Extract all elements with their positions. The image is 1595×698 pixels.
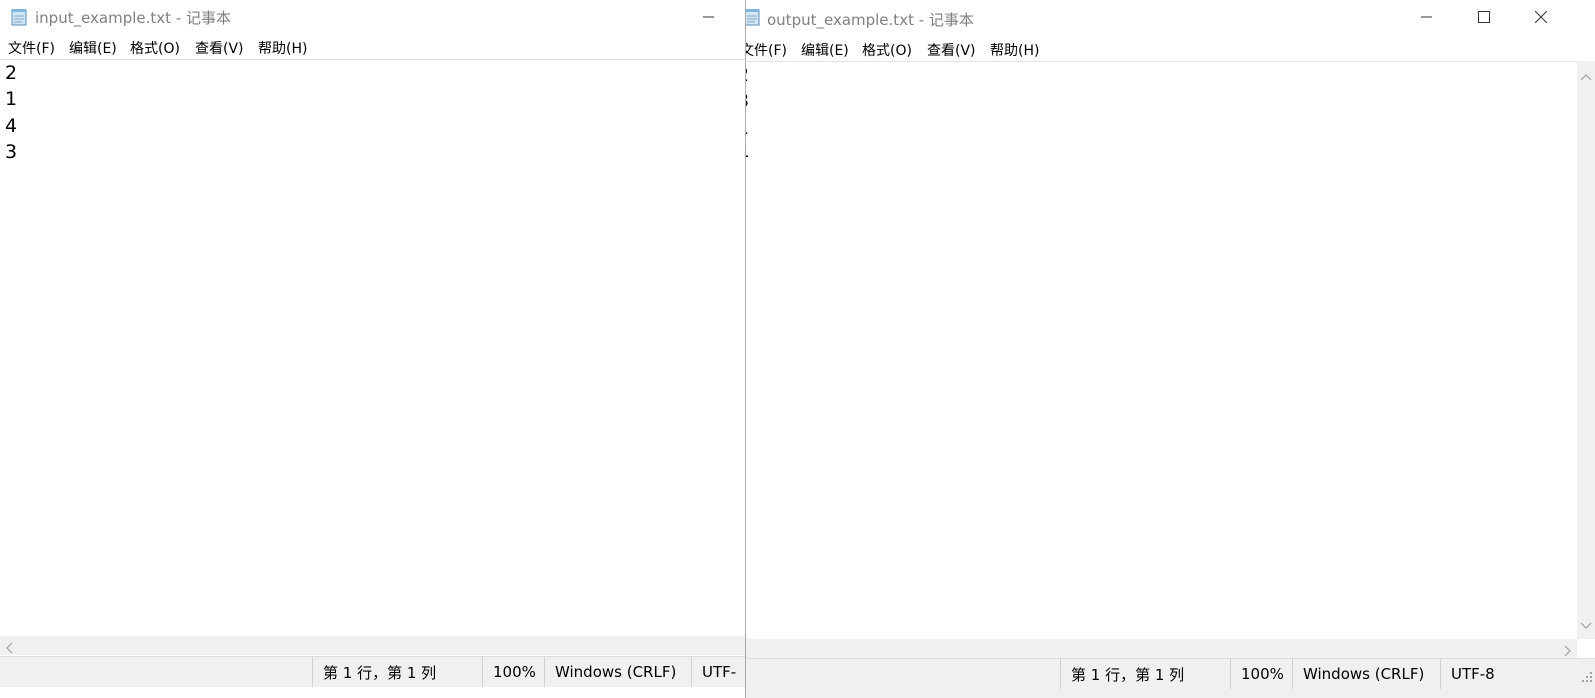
close-button[interactable] <box>1512 0 1569 34</box>
menu-bar: 文件(F) 编辑(E) 格式(O) 查看(V) 帮助(H) <box>746 36 1595 60</box>
notepad-window-input: input_example.txt - 记事本 文件(F) 编辑(E) 格式(O… <box>0 0 745 698</box>
menu-bar: 文件(F) 编辑(E) 格式(O) 查看(V) 帮助(H) <box>0 34 745 58</box>
text-line: 3 <box>746 88 749 115</box>
maximize-button[interactable] <box>1455 0 1512 34</box>
notepad-window-output: output_example.txt - 记事本 文件(F) 编辑(E) 格式(… <box>745 0 1595 698</box>
horizontal-scrollbar[interactable] <box>0 636 745 655</box>
status-position: 第 1 行，第 1 列 <box>312 657 482 687</box>
text-line: 1 <box>746 115 749 142</box>
title-bar[interactable]: input_example.txt - 记事本 <box>0 0 745 34</box>
notepad-icon <box>10 8 28 26</box>
menu-file[interactable]: 文件(F) <box>8 38 55 58</box>
status-line-ending: Windows (CRLF) <box>1292 659 1440 689</box>
status-line-ending: Windows (CRLF) <box>544 657 691 687</box>
text-line: 2 <box>5 62 18 84</box>
resize-grip-icon[interactable] <box>1581 668 1593 687</box>
window-title: output_example.txt - 记事本 <box>767 11 974 29</box>
text-editor[interactable]: 2 1 4 3 <box>0 59 745 636</box>
status-zoom: 100% <box>482 657 544 687</box>
close-icon <box>1534 11 1547 23</box>
chevron-up-icon[interactable] <box>1580 66 1592 85</box>
text-line: 1 <box>5 88 18 110</box>
text-line: 3 <box>5 141 18 163</box>
minimize-button[interactable] <box>1398 0 1455 34</box>
status-zoom: 100% <box>1230 659 1292 689</box>
menu-file[interactable]: 文件(F) <box>746 40 787 60</box>
horizontal-scrollbar[interactable] <box>746 639 1577 658</box>
text-line: 4 <box>746 141 749 168</box>
status-bar: 第 1 行，第 1 列 100% Windows (CRLF) UTF- <box>0 656 745 687</box>
minimize-button[interactable] <box>680 0 737 34</box>
text-line: 4 <box>5 115 18 137</box>
maximize-icon <box>1477 11 1490 23</box>
text-editor[interactable]: 2 3 1 4 <box>746 61 1577 639</box>
menu-help[interactable]: 帮助(H) <box>990 40 1039 60</box>
status-encoding: UTF-8 <box>1440 659 1572 689</box>
menu-format[interactable]: 格式(O) <box>130 38 180 58</box>
minimize-icon <box>702 16 714 18</box>
menu-edit[interactable]: 编辑(E) <box>801 40 849 60</box>
menu-view[interactable]: 查看(V) <box>195 38 244 58</box>
window-title: input_example.txt - 记事本 <box>35 9 232 27</box>
vertical-scrollbar[interactable] <box>1577 61 1595 639</box>
minimize-icon <box>1420 16 1432 18</box>
status-bar: 第 1 行，第 1 列 100% Windows (CRLF) UTF-8 <box>746 658 1595 698</box>
text-line: 2 <box>746 62 749 89</box>
menu-help[interactable]: 帮助(H) <box>258 38 307 58</box>
menu-edit[interactable]: 编辑(E) <box>69 38 117 58</box>
menu-format[interactable]: 格式(O) <box>862 40 912 60</box>
status-position: 第 1 行，第 1 列 <box>1060 659 1230 689</box>
notepad-icon <box>746 8 761 26</box>
chevron-down-icon[interactable] <box>1580 615 1592 634</box>
menu-view[interactable]: 查看(V) <box>927 40 976 60</box>
status-encoding: UTF- <box>691 657 745 687</box>
title-bar[interactable]: output_example.txt - 记事本 <box>746 0 1595 34</box>
